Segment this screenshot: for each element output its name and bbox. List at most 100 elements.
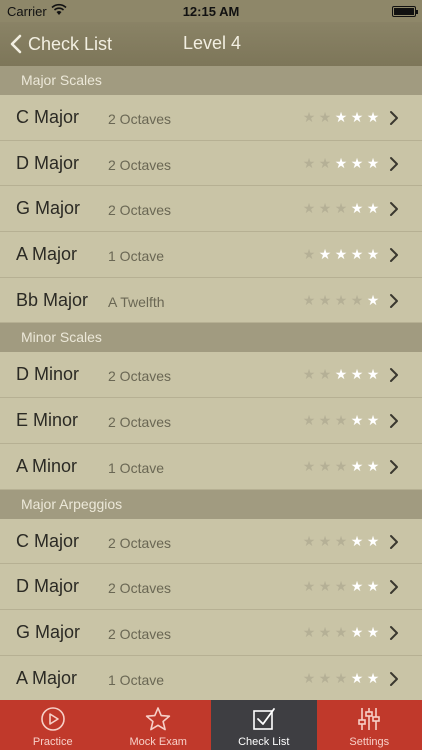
star-filled-icon: ★ [366, 154, 380, 171]
item-detail: A Twelfth [108, 293, 165, 310]
tab-mock-exam[interactable]: Mock Exam [106, 700, 212, 750]
star-empty-icon: ★ [318, 366, 332, 383]
list-item[interactable]: E Minor 2 Octaves ★ ★ ★ ★ ★ [0, 398, 422, 444]
star-filled-icon: ★ [350, 154, 364, 171]
list-item[interactable]: A Minor 1 Octave ★ ★ ★ ★ ★ [0, 443, 422, 490]
star-empty-icon: ★ [334, 200, 348, 217]
item-detail: 2 Octaves [108, 625, 172, 642]
list-item[interactable]: G Major 2 Octaves ★ ★ ★ ★ ★ [0, 609, 422, 656]
list-item[interactable]: Bb Major A Twelfth ★ ★ ★ ★ ★ [0, 277, 422, 324]
list-item[interactable]: A Major 1 Octave ★ ★ ★ ★ ★ [0, 655, 422, 700]
item-name: D Major [16, 152, 80, 173]
item-name: D Major [16, 576, 80, 597]
star-filled-icon: ★ [334, 154, 348, 171]
star-empty-icon: ★ [318, 669, 332, 686]
navigation-bar: Check List Level 4 [0, 22, 422, 66]
list-item[interactable]: D Major 2 Octaves ★ ★ ★ ★ ★ [0, 140, 422, 187]
star-empty-icon: ★ [318, 109, 332, 125]
star-empty-icon: ★ [302, 669, 316, 686]
chevron-right-icon [389, 459, 399, 480]
star-rating: ★ ★ ★ ★ ★ [301, 578, 381, 594]
back-button[interactable]: Check List [10, 30, 112, 58]
status-bar: Carrier 12:15 AM [0, 0, 422, 22]
list-item[interactable]: D Minor 2 Octaves ★ ★ ★ ★ ★ [0, 352, 422, 399]
list-item[interactable]: D Major 2 Octaves ★ ★ ★ ★ ★ [0, 564, 422, 610]
star-filled-icon: ★ [334, 366, 348, 383]
item-detail: 2 Octaves [108, 580, 172, 597]
star-empty-icon: ★ [302, 623, 316, 640]
star-filled-icon: ★ [366, 291, 380, 308]
star-filled-icon: ★ [350, 623, 364, 640]
list-item[interactable]: C Major 2 Octaves ★ ★ ★ ★ ★ [0, 518, 422, 565]
item-name: A Major [16, 667, 78, 688]
star-empty-icon: ★ [302, 246, 316, 263]
tab-label: Practice [32, 736, 73, 748]
item-detail: 2 Octaves [108, 534, 172, 551]
star-empty-icon: ★ [302, 578, 316, 595]
item-detail: 2 Octaves [108, 368, 172, 385]
star-empty-icon: ★ [302, 412, 316, 429]
star-empty-icon: ★ [334, 532, 348, 549]
tab-check-list[interactable]: Check List [211, 700, 317, 750]
star-empty-icon: ★ [302, 457, 316, 474]
star-filled-icon: ★ [366, 200, 380, 217]
star-empty-icon: ★ [334, 412, 348, 429]
star-rating: ★ ★ ★ ★ ★ [301, 670, 381, 686]
star-rating: ★ ★ ★ ★ ★ [301, 155, 381, 171]
tab-practice[interactable]: Practice [0, 700, 106, 750]
chevron-right-icon [389, 110, 399, 131]
chevron-right-icon [389, 293, 399, 314]
star-empty-icon: ★ [334, 578, 348, 595]
star-rating: ★ ★ ★ ★ ★ [301, 292, 381, 308]
tab-settings[interactable]: Settings [317, 700, 422, 750]
star-filled-icon: ★ [334, 109, 348, 125]
star-empty-icon: ★ [334, 623, 348, 640]
chevron-right-icon [389, 201, 399, 222]
chevron-left-icon [10, 34, 22, 54]
item-name: E Minor [16, 410, 79, 431]
star-empty-icon: ★ [350, 291, 364, 308]
section-header: Minor Scales [0, 323, 422, 353]
list-item[interactable]: A Major 1 Octave ★ ★ ★ ★ ★ [0, 232, 422, 278]
chevron-right-icon [389, 579, 399, 600]
star-filled-icon: ★ [366, 412, 380, 429]
item-name: Bb Major [16, 289, 89, 310]
tab-label: Check List [238, 736, 290, 748]
star-empty-icon: ★ [334, 457, 348, 474]
chevron-right-icon [389, 247, 399, 268]
list-item[interactable]: G Major 2 Octaves ★ ★ ★ ★ ★ [0, 186, 422, 233]
page-title: Level 4 [183, 33, 242, 53]
star-filled-icon: ★ [350, 669, 364, 686]
sliders-icon [317, 706, 422, 732]
tab-bar: Practice Mock Exam Check List Settings [0, 700, 422, 750]
star-rating: ★ ★ ★ ★ ★ [301, 246, 381, 262]
star-empty-icon: ★ [318, 532, 332, 549]
star-filled-icon: ★ [366, 246, 380, 263]
battery-icon [392, 6, 418, 17]
star-filled-icon: ★ [366, 669, 380, 686]
back-button-label: Check List [28, 33, 113, 54]
star-filled-icon: ★ [334, 246, 348, 263]
star-empty-icon: ★ [302, 200, 316, 217]
item-name: C Major [16, 107, 80, 127]
list-item[interactable]: C Major 2 Octaves ★ ★ ★ ★ ★ [0, 95, 422, 141]
item-detail: 2 Octaves [108, 414, 172, 431]
clock: 12:15 AM [182, 4, 240, 19]
star-empty-icon: ★ [334, 291, 348, 308]
checkbox-icon [211, 706, 317, 732]
chevron-right-icon [389, 413, 399, 434]
item-detail: 1 Octave [108, 248, 165, 265]
star-filled-icon: ★ [350, 578, 364, 595]
star-empty-icon: ★ [318, 457, 332, 474]
star-rating: ★ ★ ★ ★ ★ [301, 458, 381, 474]
star-empty-icon: ★ [318, 154, 332, 171]
star-filled-icon: ★ [366, 366, 380, 383]
section-header: Major Arpeggios [0, 489, 422, 519]
check-list[interactable]: Major Scales C Major 2 Octaves ★ ★ ★ ★ ★ D Major… [0, 66, 422, 700]
tab-label: Settings [349, 736, 390, 748]
item-name: G Major [16, 198, 81, 219]
star-empty-icon: ★ [302, 532, 316, 549]
star-rating: ★ ★ ★ ★ ★ [301, 366, 381, 382]
chevron-right-icon [389, 534, 399, 555]
star-filled-icon: ★ [350, 109, 364, 125]
